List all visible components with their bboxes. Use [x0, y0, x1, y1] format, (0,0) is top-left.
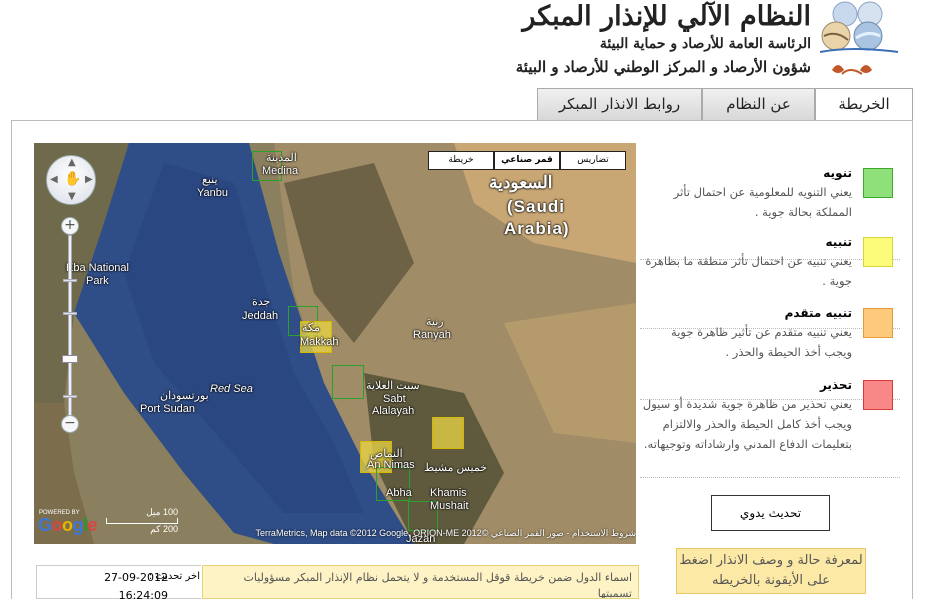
disclaimer: اسماء الدول ضمن خريطة قوقل المستخدمة و ل…: [202, 565, 639, 599]
pan-down-icon[interactable]: ▼: [68, 191, 76, 202]
map-label: An Nimas: [367, 459, 415, 471]
zoom-in-button[interactable]: +: [61, 217, 79, 235]
map-label: Red Sea: [210, 383, 253, 395]
last-update-label: اخر تحديث :: [148, 571, 200, 582]
map-label: Park: [86, 275, 109, 287]
zoom-slider-track[interactable]: [68, 235, 72, 419]
maptype-satellite-button[interactable]: قمر صناعي: [494, 151, 560, 170]
legend-swatch-red: [863, 380, 893, 410]
map-label: Jeddah: [242, 310, 279, 322]
map-label: Makkah: [300, 336, 339, 348]
legend-description: يعني تنبيه متقدم عن تأثير ظاهرة جوية ويج…: [671, 325, 852, 359]
info-box: لمعرفة حالة و وصف الانذار اضغط على الأيق…: [676, 548, 866, 594]
legend-description: يعني التنويه للمعلومية عن احتمال تأثر ال…: [673, 185, 852, 219]
tab-about[interactable]: عن النظام: [702, 88, 815, 120]
scale-miles: 100 ميل: [146, 507, 178, 517]
legend-title: تحذير: [819, 378, 852, 392]
hand-icon: ✋: [64, 171, 82, 187]
zoom-tick[interactable]: [63, 395, 77, 398]
legend-swatch-green: [863, 168, 893, 198]
header: النظام الآلي للإنذار المبكر الرئاسة العا…: [0, 0, 935, 88]
legend-title: تنبيه متقدم: [784, 306, 852, 320]
zoom-out-button[interactable]: −: [61, 415, 79, 433]
legend-swatch-orange: [863, 308, 893, 338]
google-logo[interactable]: Google: [38, 515, 98, 536]
main-tabs: الخريطة عن النظام روابط الانذار المبكر: [537, 88, 913, 121]
scale-km: 200 كم: [150, 524, 178, 534]
maptype-map-button[interactable]: خريطة: [428, 151, 494, 170]
zoom-tick[interactable]: [63, 279, 77, 282]
map-label: بورتسودان: [160, 390, 209, 402]
map-label: Medina: [262, 165, 299, 177]
map-label: Port Sudan: [140, 403, 196, 415]
map-label: المدينة: [266, 152, 297, 164]
pan-control[interactable]: ▲ ◀ ▶ ▼ ✋: [46, 155, 96, 205]
map-label: Arabia): [504, 219, 570, 238]
map-label: ينبع: [202, 174, 218, 186]
legend-description: يعني تحذير من ظاهرة جوية شديدة أو سيول و…: [642, 397, 852, 451]
map-label: رنية: [426, 316, 444, 328]
map-label: Yanbu: [197, 187, 228, 199]
tab-early-warning-links[interactable]: روابط الانذار المبكر: [537, 88, 702, 120]
map-label: Ranyah: [413, 329, 451, 341]
map-label: Sabt: [383, 393, 406, 405]
zoom-slider-thumb[interactable]: [62, 355, 78, 363]
last-update-time: 16:24:09: [118, 589, 168, 599]
tab-map[interactable]: الخريطة: [815, 88, 913, 121]
map-label: Abha: [386, 487, 412, 499]
legend-title: تنبيه: [825, 235, 852, 249]
map-label: Mushait: [430, 500, 469, 512]
map-label: Eba National: [66, 262, 129, 274]
legend-swatch-yellow: [863, 237, 893, 267]
zoom-tick[interactable]: [63, 312, 77, 315]
department-name: شؤون الأرصاد و المركز الوطني للأرصاد و ا…: [515, 58, 811, 76]
warning-area[interactable]: [332, 365, 364, 399]
logo: [819, 1, 899, 75]
legend-warning: تحذير يعني تحذير من ظاهرة جوية شديدة أو …: [640, 372, 900, 478]
map-view[interactable]: المدينة Medina ينبع Yanbu السعودية (Saud…: [34, 143, 636, 544]
legend-description: يعني تنبيه عن احتمال تأثر منطقة ما بظاهر…: [645, 254, 852, 288]
manual-update-button[interactable]: تحديث يدوي: [711, 495, 830, 531]
warning-area-yellow[interactable]: [432, 417, 464, 449]
system-title: النظام الآلي للإنذار المبكر: [522, 1, 811, 32]
map-label: خميس مشيط: [424, 462, 488, 474]
maptype-terrain-button[interactable]: تضاريس: [560, 151, 626, 170]
map-label: Alalayah: [372, 405, 415, 417]
map-label: Khamis: [430, 487, 467, 499]
map-label: جدة: [252, 296, 271, 308]
map-label: سبت العلاية: [366, 380, 420, 392]
pan-left-icon[interactable]: ◀: [50, 174, 58, 185]
map-label: السعودية: [489, 173, 553, 192]
map-scale: 100 ميل 200 كم: [106, 507, 178, 535]
legend-title: تنويه: [823, 166, 852, 180]
map-label: (Saudi: [507, 197, 565, 216]
organization-name: الرئاسة العامة للأرصاد و حماية البيئة: [599, 36, 811, 52]
map-copyright[interactable]: شروط الاستخدام - صور القمر الصناعي ©2012…: [170, 528, 636, 539]
pan-right-icon[interactable]: ▶: [85, 174, 93, 185]
map-label: مكة: [302, 322, 320, 334]
pan-up-icon[interactable]: ▲: [68, 157, 76, 168]
